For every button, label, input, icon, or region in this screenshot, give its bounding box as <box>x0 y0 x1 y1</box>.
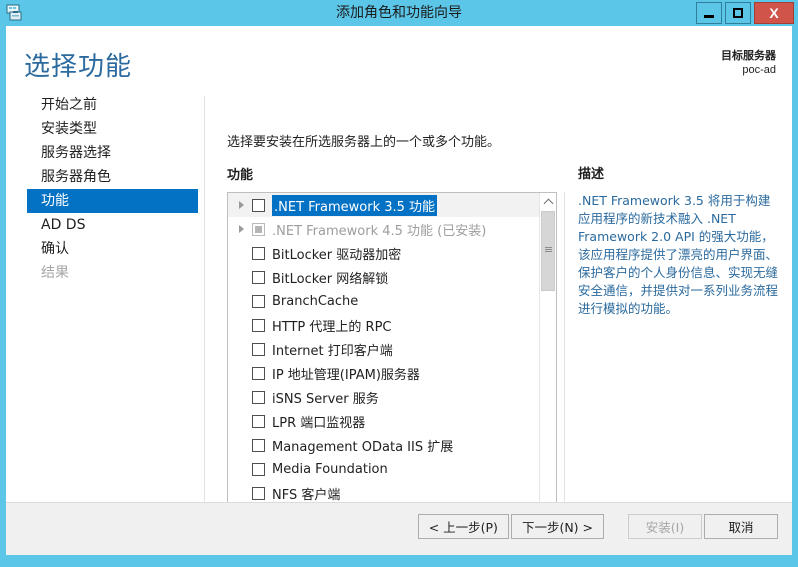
feature-row[interactable]: Internet 打印客户端 <box>228 337 539 361</box>
feature-checkbox[interactable] <box>252 246 265 260</box>
next-button[interactable]: 下一步(N) > <box>510 514 604 539</box>
page-title: 选择功能 <box>24 52 133 82</box>
content-area: 选择要安装在所选服务器上的一个或多个功能。 功能 .NET Framework … <box>213 93 792 523</box>
feature-label: Media Foundation <box>272 461 388 477</box>
feature-row[interactable]: BitLocker 驱动器加密 <box>228 241 539 265</box>
feature-row[interactable]: iSNS Server 服务 <box>228 385 539 409</box>
wizard-steps-nav: 开始之前 安装类型 服务器选择 服务器角色 功能 AD DS 确认 结果 <box>6 93 198 513</box>
wizard-panel: 选择功能 目标服务器 poc-ad 开始之前 安装类型 服务器选择 服务器角色 … <box>6 26 792 555</box>
feature-checkbox[interactable] <box>252 462 265 476</box>
target-server-value: poc-ad <box>742 64 776 76</box>
window-controls: X <box>696 2 794 24</box>
feature-row[interactable]: IP 地址管理(IPAM)服务器 <box>228 361 539 385</box>
features-section-label: 功能 <box>227 168 254 183</box>
feature-checkbox[interactable] <box>252 414 265 428</box>
target-server-info: 目标服务器 poc-ad <box>721 48 776 78</box>
expand-arrow-icon[interactable] <box>232 193 248 217</box>
feature-row[interactable]: LPR 端口监视器 <box>228 409 539 433</box>
previous-button[interactable]: < 上一步(P) <box>417 514 509 539</box>
feature-checkbox[interactable] <box>252 390 265 404</box>
chevron-up-icon <box>543 198 553 208</box>
feature-checkbox[interactable] <box>252 270 265 284</box>
minimize-icon <box>704 14 714 18</box>
feature-checkbox[interactable] <box>252 486 265 500</box>
feature-label: BitLocker 驱动器加密 <box>272 247 402 263</box>
wizard-footer: < 上一步(P) 下一步(N) > 安装(I) 取消 <box>6 502 792 555</box>
description-body: .NET Framework 3.5 将用于构建应用程序的新技术融入 .NET … <box>578 193 779 316</box>
feature-label: HTTP 代理上的 RPC <box>272 319 392 335</box>
feature-checkbox[interactable] <box>252 198 265 212</box>
sidebar-item-ad-ds[interactable]: AD DS <box>27 213 198 237</box>
feature-row[interactable]: HTTP 代理上的 RPC <box>228 313 539 337</box>
feature-label: LPR 端口监视器 <box>272 415 366 431</box>
sidebar-item-server-roles[interactable]: 服务器角色 <box>27 165 198 189</box>
window-title: 添加角色和功能向导 <box>336 5 462 21</box>
sidebar-item-installation-type[interactable]: 安装类型 <box>27 117 198 141</box>
sidebar-item-confirmation[interactable]: 确认 <box>27 237 198 261</box>
feature-label: BranchCache <box>272 293 359 309</box>
description-title: 描述 <box>578 167 605 182</box>
sidebar-item-before-you-begin[interactable]: 开始之前 <box>27 93 198 117</box>
footer-button-group: < 上一步(P) 下一步(N) > 安装(I) 取消 <box>417 514 778 539</box>
feature-label: BitLocker 网络解锁 <box>272 271 389 287</box>
cancel-button[interactable]: 取消 <box>704 514 778 539</box>
feature-label: .NET Framework 4.5 功能 (已安装) <box>272 223 487 239</box>
feature-label: .NET Framework 3.5 功能 <box>272 194 438 216</box>
features-list: .NET Framework 3.5 功能 .NET Framework 4.5 … <box>228 193 539 522</box>
feature-checkbox[interactable] <box>252 294 265 308</box>
feature-row[interactable]: .NET Framework 4.5 功能 (已安装) <box>228 217 539 241</box>
sidebar-item-server-selection[interactable]: 服务器选择 <box>27 141 198 165</box>
target-server-label: 目标服务器 <box>721 49 776 62</box>
close-button[interactable]: X <box>754 2 794 24</box>
feature-checkbox <box>252 222 265 236</box>
sidebar-divider <box>204 96 205 508</box>
features-scrollbar[interactable] <box>539 193 556 522</box>
feature-checkbox[interactable] <box>252 318 265 332</box>
sidebar-item-features[interactable]: 功能 <box>27 189 198 213</box>
feature-checkbox[interactable] <box>252 438 265 452</box>
expand-arrow-icon[interactable] <box>232 217 248 241</box>
description-panel: 描述 .NET Framework 3.5 将用于构建应用程序的新技术融入 .N… <box>578 163 778 318</box>
maximize-icon <box>733 8 743 18</box>
feature-row[interactable]: .NET Framework 3.5 功能 <box>228 193 539 217</box>
title-bar: 添加角色和功能向导 X <box>0 0 798 26</box>
scrollbar-thumb[interactable] <box>541 211 555 291</box>
feature-row[interactable]: BranchCache <box>228 289 539 313</box>
add-roles-features-wizard-window: 添加角色和功能向导 X 选择功能 目标服务器 poc-ad 开始之前 安装类型 … <box>0 0 798 567</box>
install-button: 安装(I) <box>628 514 702 539</box>
feature-row[interactable]: BitLocker 网络解锁 <box>228 265 539 289</box>
description-divider <box>564 192 565 523</box>
minimize-button[interactable] <box>696 2 722 24</box>
feature-label: Internet 打印客户端 <box>272 343 393 359</box>
feature-checkbox[interactable] <box>252 342 265 356</box>
feature-label: IP 地址管理(IPAM)服务器 <box>272 367 420 383</box>
feature-row[interactable]: Media Foundation <box>228 457 539 481</box>
features-listbox[interactable]: .NET Framework 3.5 功能 .NET Framework 4.5 … <box>227 192 557 523</box>
feature-label: iSNS Server 服务 <box>272 391 379 407</box>
feature-label: Management OData IIS 扩展 <box>272 439 454 455</box>
scroll-up-button[interactable] <box>540 193 556 210</box>
page-header: 选择功能 目标服务器 poc-ad <box>6 26 792 93</box>
feature-label: NFS 客户端 <box>272 487 341 503</box>
feature-checkbox[interactable] <box>252 366 265 380</box>
scrollbar-grip-icon <box>545 247 552 254</box>
sidebar-item-results: 结果 <box>41 265 69 281</box>
maximize-button[interactable] <box>725 2 751 24</box>
instruction-text: 选择要安装在所选服务器上的一个或多个功能。 <box>227 135 501 150</box>
feature-row[interactable]: Management OData IIS 扩展 <box>228 433 539 457</box>
